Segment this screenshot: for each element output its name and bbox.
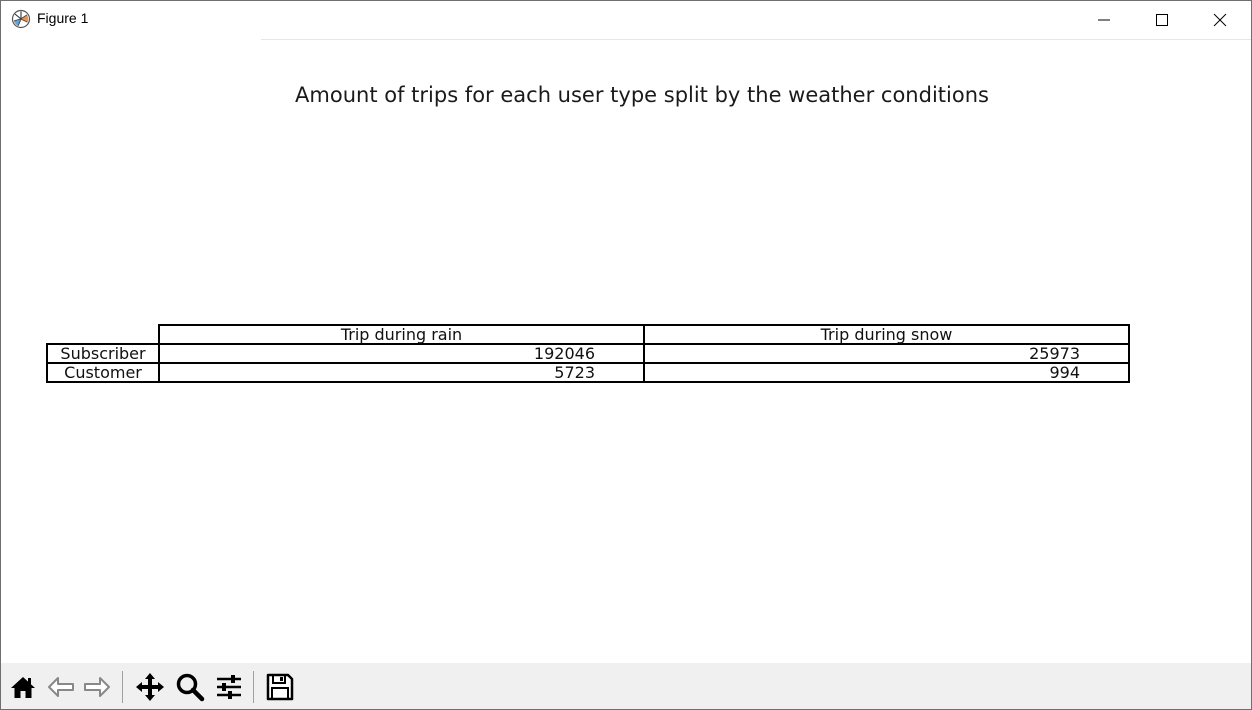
zoom-icon (176, 673, 205, 702)
column-header-snow: Trip during snow (643, 324, 1130, 345)
table-cell: 25973 (643, 343, 1130, 364)
table-cell: 994 (643, 362, 1130, 383)
table-corner-cell (47, 325, 159, 344)
title-bar[interactable]: Figure 1 (1, 1, 1251, 39)
cell-value-subscriber-snow: 25973 (1029, 344, 1080, 363)
window-title: Figure 1 (37, 10, 89, 26)
minimize-icon (1098, 19, 1110, 20)
figure-title: Amount of trips for each user type split… (295, 83, 989, 107)
figure-window: Figure 1 Amount of trips for each user t… (0, 0, 1252, 710)
save-icon (266, 673, 294, 701)
cell-value-customer-rain: 5723 (554, 363, 595, 382)
configure-subplots-icon (217, 675, 241, 699)
minimize-button[interactable] (1075, 1, 1133, 38)
close-icon (1213, 13, 1227, 26)
back-button[interactable] (44, 670, 78, 704)
forward-button[interactable] (80, 670, 114, 704)
configure-subplots-button[interactable] (212, 670, 246, 704)
zoom-button[interactable] (173, 670, 207, 704)
navigation-toolbar (1, 663, 1251, 709)
back-arrow-icon (48, 677, 74, 697)
table-header-row: Trip during rain Trip during snow (47, 324, 1130, 345)
close-button[interactable] (1191, 1, 1249, 38)
row-label-subscriber: Subscriber (46, 343, 160, 364)
save-button[interactable] (263, 670, 297, 704)
table-cell: 5723 (158, 362, 645, 383)
home-button[interactable] (6, 670, 40, 704)
pan-icon (136, 673, 164, 701)
maximize-button[interactable] (1133, 1, 1191, 38)
cell-value-customer-snow: 994 (1049, 363, 1080, 382)
cell-value-subscriber-rain: 192046 (533, 344, 595, 363)
table-row: Customer 5723 994 (46, 362, 1130, 383)
data-table: Trip during rain Trip during snow Subscr… (46, 324, 1130, 383)
toolbar-separator (122, 671, 123, 703)
column-header-rain: Trip during rain (158, 324, 645, 345)
forward-arrow-icon (84, 677, 110, 697)
toolbar-separator (253, 671, 254, 703)
matplotlib-app-icon (11, 9, 31, 29)
pan-button[interactable] (133, 670, 167, 704)
figure-canvas[interactable]: Amount of trips for each user type split… (1, 40, 1251, 663)
home-icon (11, 677, 35, 698)
maximize-icon (1156, 13, 1168, 26)
table-cell: 192046 (158, 343, 645, 364)
table-row: Subscriber 192046 25973 (46, 343, 1130, 364)
row-label-customer: Customer (46, 362, 160, 383)
